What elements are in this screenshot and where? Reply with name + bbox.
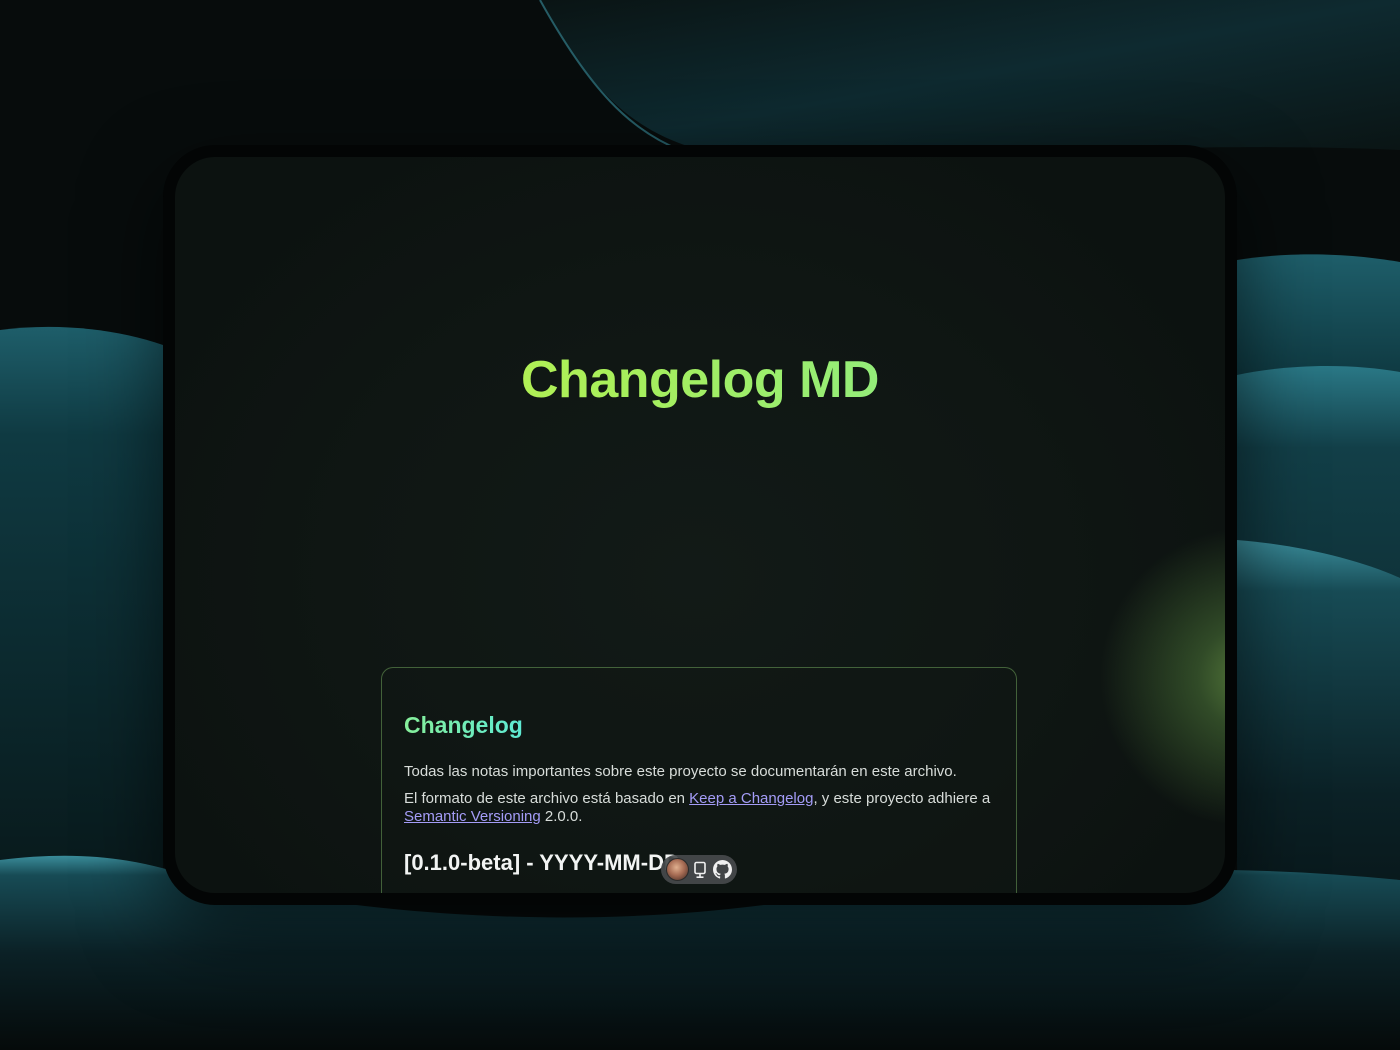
format-paragraph: El formato de este archivo está basado e…: [404, 790, 994, 826]
device-screen: Changelog MD Changelog Todas las notas i…: [175, 157, 1225, 893]
desktop-stage: Changelog MD Changelog Todas las notas i…: [0, 0, 1400, 1050]
semantic-versioning-link[interactable]: Semantic Versioning: [404, 808, 541, 825]
hero-title: Changelog MD: [175, 350, 1225, 410]
version-heading: [0.1.0-beta] - YYYY-MM-DD: [404, 850, 680, 875]
device-icon[interactable]: [690, 860, 710, 880]
floating-toolbar: [661, 855, 737, 884]
format-text-before: El formato de este archivo está basado e…: [404, 790, 690, 807]
intro-paragraph: Todas las notas importantes sobre este p…: [404, 763, 957, 780]
github-icon[interactable]: [712, 860, 732, 880]
avatar[interactable]: [665, 858, 689, 881]
format-text-after: 2.0.0.: [540, 808, 583, 825]
card-title: Changelog: [404, 712, 523, 738]
format-text-middle: , y este proyecto adhiere a: [813, 790, 991, 807]
keep-a-changelog-link[interactable]: Keep a Changelog: [689, 790, 813, 807]
